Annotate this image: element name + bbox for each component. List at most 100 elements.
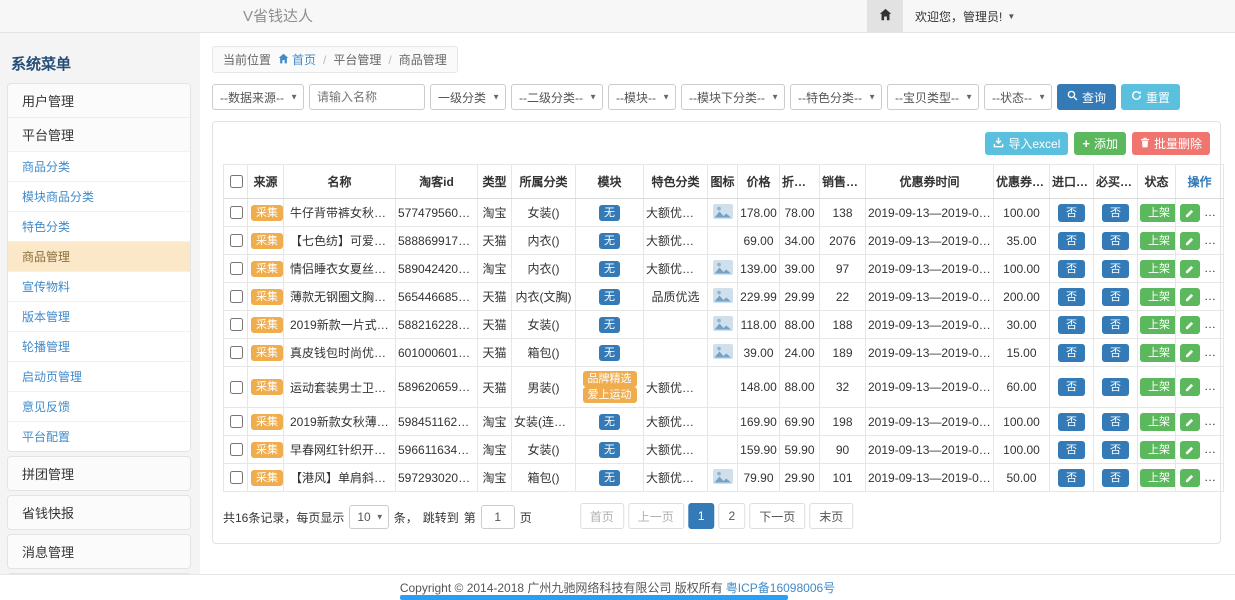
status-button[interactable]: 上架 (1140, 288, 1176, 306)
edit-button[interactable] (1180, 469, 1200, 487)
must-buy-toggle[interactable]: 否 (1102, 441, 1129, 459)
breadcrumb-item[interactable]: 平台管理 (333, 51, 381, 68)
edit-button[interactable] (1180, 316, 1200, 334)
icp-link[interactable]: 粤ICP备16098006号 (726, 579, 835, 596)
status-button[interactable]: 上架 (1140, 469, 1176, 487)
row-checkbox[interactable] (230, 346, 243, 359)
row-checkbox[interactable] (230, 471, 243, 484)
status-button[interactable]: 上架 (1140, 260, 1176, 278)
breadcrumb-home-link[interactable]: 首页 (278, 51, 316, 68)
status-button[interactable]: 上架 (1140, 344, 1176, 362)
edit-button[interactable] (1180, 413, 1200, 431)
row-checkbox[interactable] (230, 443, 243, 456)
edit-button[interactable] (1180, 344, 1200, 362)
status-button[interactable]: 上架 (1140, 441, 1176, 459)
sidebar-item[interactable]: 宣传物料 (8, 271, 190, 301)
filter-select[interactable]: --状态--▼ (984, 84, 1052, 110)
edit-button[interactable] (1180, 288, 1200, 306)
sidebar-item[interactable]: 用户管理 (8, 84, 190, 117)
filter-select[interactable]: --二级分类--▼ (511, 84, 603, 110)
must-buy-toggle[interactable]: 否 (1102, 260, 1129, 278)
reset-button[interactable]: 重置 (1121, 84, 1180, 110)
must-buy-toggle[interactable]: 否 (1102, 288, 1129, 306)
sidebar-item[interactable]: 启动页管理 (8, 361, 190, 391)
row-checkbox[interactable] (230, 381, 243, 394)
must-buy-toggle[interactable]: 否 (1102, 344, 1129, 362)
import-preferred-toggle[interactable]: 否 (1058, 441, 1085, 459)
import-preferred-toggle[interactable]: 否 (1058, 469, 1085, 487)
filter-select[interactable]: --模块--▼ (608, 84, 676, 110)
row-checkbox[interactable] (230, 290, 243, 303)
import-preferred-toggle[interactable]: 否 (1058, 288, 1085, 306)
page-button[interactable]: 2 (719, 503, 746, 529)
must-buy-toggle[interactable]: 否 (1102, 204, 1129, 222)
sidebar-item[interactable]: 省钱快报 (8, 496, 190, 529)
sidebar-item[interactable]: 意见反馈 (8, 391, 190, 421)
page-button[interactable]: 下一页 (749, 503, 805, 529)
source-cell: 采集 (248, 311, 284, 339)
filter-select[interactable]: --数据来源--▼ (212, 84, 304, 110)
row-checkbox[interactable] (230, 415, 243, 428)
import-preferred-toggle[interactable]: 否 (1058, 232, 1085, 250)
edit-button[interactable] (1180, 378, 1200, 396)
home-button[interactable] (867, 0, 903, 32)
import-preferred-toggle[interactable]: 否 (1058, 316, 1085, 334)
status-button[interactable]: 上架 (1140, 413, 1176, 431)
filter-select[interactable]: --特色分类--▼ (790, 84, 882, 110)
page-number-input[interactable] (481, 505, 515, 529)
import-preferred-toggle[interactable]: 否 (1058, 378, 1085, 396)
edit-button[interactable] (1180, 204, 1200, 222)
product-name: 薄款无钢圈文胸聚拢性... (284, 283, 396, 311)
horizontal-scrollbar-thumb[interactable] (400, 595, 788, 600)
import-preferred-toggle[interactable]: 否 (1058, 260, 1085, 278)
filter-select[interactable]: --模块下分类--▼ (681, 84, 785, 110)
filter-select[interactable]: --宝贝类型--▼ (887, 84, 979, 110)
select-all-checkbox[interactable] (230, 175, 243, 188)
search-button[interactable]: 查询 (1057, 84, 1116, 110)
sidebar-item[interactable]: 模块商品分类 (8, 181, 190, 211)
ops-cell (1176, 408, 1224, 436)
import-preferred-toggle[interactable]: 否 (1058, 204, 1085, 222)
status-button[interactable]: 上架 (1140, 232, 1176, 250)
product-name: 早春网红针织开衫女春... (284, 436, 396, 464)
status-button[interactable]: 上架 (1140, 378, 1176, 396)
edit-button[interactable] (1180, 260, 1200, 278)
status-button[interactable]: 上架 (1140, 204, 1176, 222)
row-checkbox[interactable] (230, 206, 243, 219)
row-checkbox[interactable] (230, 318, 243, 331)
add-button[interactable]: + 添加 (1074, 132, 1126, 155)
status-button[interactable]: 上架 (1140, 316, 1176, 334)
sidebar-item[interactable]: 平台管理 (8, 117, 190, 151)
must-buy-toggle[interactable]: 否 (1102, 469, 1129, 487)
row-checkbox[interactable] (230, 262, 243, 275)
name-search-input[interactable] (309, 84, 425, 110)
must-buy-toggle[interactable]: 否 (1102, 232, 1129, 250)
sidebar-item[interactable]: 特色分类 (8, 211, 190, 241)
batch-delete-button[interactable]: 批量删除 (1132, 132, 1210, 155)
caret-down-icon: ▼ (589, 93, 597, 102)
must-buy-toggle[interactable]: 否 (1102, 413, 1129, 431)
must-buy-toggle[interactable]: 否 (1102, 316, 1129, 334)
per-page-select[interactable]: 10 ▼ (349, 505, 388, 529)
filter-select[interactable]: 一级分类▼ (430, 84, 506, 110)
page-button[interactable]: 末页 (809, 503, 853, 529)
edit-button[interactable] (1180, 232, 1200, 250)
sidebar-item[interactable]: 拼团管理 (8, 457, 190, 490)
sidebar-item[interactable]: 商品管理 (8, 241, 190, 271)
import-preferred-toggle[interactable]: 否 (1058, 344, 1085, 362)
page-button[interactable]: 1 (688, 503, 715, 529)
sidebar-item[interactable]: 消息管理 (8, 535, 190, 568)
edit-button[interactable] (1180, 441, 1200, 459)
user-menu[interactable]: 欢迎您，管理员! ▼ (903, 0, 1027, 32)
import-preferred-toggle[interactable]: 否 (1058, 413, 1085, 431)
sidebar-item[interactable]: 平台配置 (8, 421, 190, 451)
sidebar-item[interactable]: 轮播管理 (8, 331, 190, 361)
must-buy-toggle[interactable]: 否 (1102, 378, 1129, 396)
page-button[interactable]: 首页 (580, 503, 624, 529)
import-excel-button[interactable]: 导入excel (985, 132, 1068, 155)
row-checkbox[interactable] (230, 234, 243, 247)
sidebar-group: 用户管理平台管理商品分类模块商品分类特色分类商品管理宣传物料版本管理轮播管理启动… (7, 83, 191, 452)
sidebar-item[interactable]: 版本管理 (8, 301, 190, 331)
sidebar-item[interactable]: 商品分类 (8, 151, 190, 181)
page-button[interactable]: 上一页 (628, 503, 684, 529)
